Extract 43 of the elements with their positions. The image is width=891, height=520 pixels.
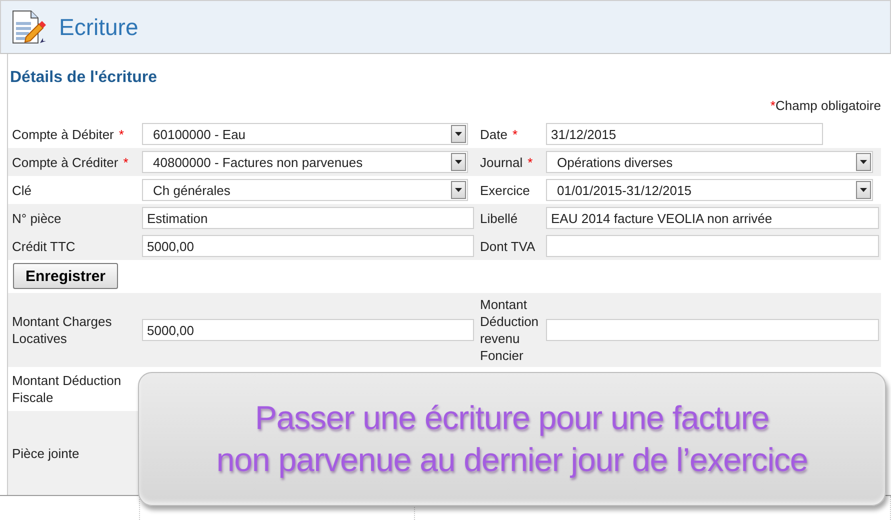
callout-text: non parvenue au dernier jour de l’exercice <box>216 440 808 480</box>
field-label: Crédit TTC <box>12 238 76 254</box>
input-field[interactable]: EAU 2014 facture VEOLIA non arrivée <box>546 207 879 229</box>
dropdown-field[interactable]: 01/01/2015-31/12/2015 <box>546 179 873 201</box>
field-label: Dont TVA <box>480 238 536 254</box>
field-label: Date <box>480 126 508 142</box>
save-button[interactable]: Enregistrer <box>13 263 118 289</box>
field-label: Compte à Créditer <box>12 154 118 170</box>
field-label: Exercice <box>480 182 530 198</box>
field-label: Libellé <box>480 210 518 226</box>
input-field[interactable]: 5000,00 <box>142 235 474 257</box>
field-label: N° pièce <box>12 210 62 226</box>
required-mark: * <box>118 126 124 142</box>
required-mark: * <box>528 154 533 170</box>
field-label: Montant Charges Locatives <box>12 313 113 347</box>
field-label: Journal <box>480 154 523 170</box>
caret-icon <box>455 160 462 164</box>
input-field[interactable] <box>546 235 879 257</box>
caret-icon <box>455 132 462 136</box>
field-label: Montant Déduction Fiscale <box>12 372 122 406</box>
document-pencil-icon <box>11 9 47 45</box>
caret-icon <box>455 188 462 192</box>
dropdown-field[interactable]: Ch générales <box>142 179 468 201</box>
field-label: Montant Déduction revenu Foncier <box>480 296 540 364</box>
required-mark: * <box>123 154 128 170</box>
dropdown-field[interactable]: 40800000 - Factures non parvenues <box>142 151 468 173</box>
field-label: Clé <box>12 182 32 198</box>
dropdown-field[interactable]: 60100000 - Eau <box>142 123 468 145</box>
date-field[interactable]: 31/12/2015 <box>546 123 823 145</box>
field-label: Pièce jointe <box>12 444 80 462</box>
field-label: Compte à Débiter <box>12 126 114 142</box>
input-field[interactable]: Estimation <box>142 207 474 229</box>
caret-icon <box>860 188 867 192</box>
caret-icon <box>860 160 867 164</box>
section-title: Détails de l'écriture <box>9 68 158 88</box>
dropdown-field[interactable]: Opérations diverses <box>546 151 873 173</box>
required-mark: * <box>770 98 776 114</box>
input-field[interactable] <box>546 319 879 341</box>
required-note: Champ obligatoire <box>775 98 881 114</box>
required-mark: * <box>512 126 518 142</box>
input-field[interactable]: 5000,00 <box>142 319 474 341</box>
page-title: Ecriture <box>59 14 138 40</box>
callout-text: Passer une écriture pour une facture <box>254 398 770 438</box>
